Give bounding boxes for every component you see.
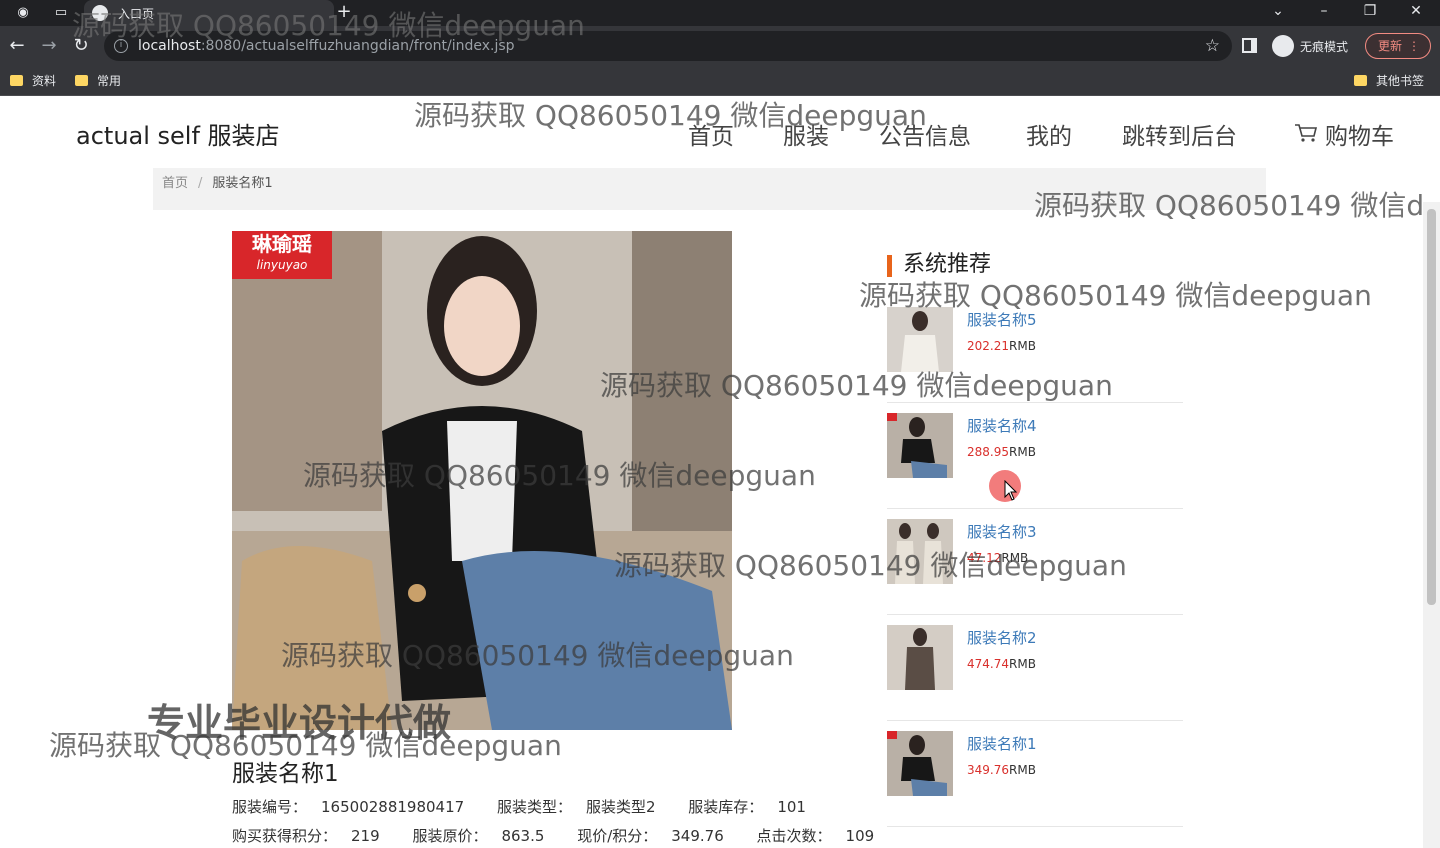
tab-list-chevron-icon[interactable]: ⌄	[1258, 0, 1298, 26]
reload-button[interactable]: ↻	[70, 35, 92, 57]
nav-admin[interactable]: 跳转到后台	[1122, 117, 1237, 151]
incognito-label: 无痕模式	[1300, 40, 1349, 54]
browser-toolbar: ← → ↻ i localhost:8080/actualselffuzhuan…	[0, 26, 1440, 66]
breadcrumb-current: 服装名称1	[212, 176, 273, 191]
page-content: actual self 服装店 首页 服装 公告信息 我的 跳转到后台 购物车 …	[0, 97, 1440, 848]
back-button[interactable]: ←	[6, 35, 28, 57]
side-panel-icon[interactable]	[1242, 38, 1257, 53]
spec-current-price: 现价/积分： 349.76	[577, 827, 724, 845]
recommend-name[interactable]: 服装名称2	[967, 627, 1037, 648]
close-window-button[interactable]: ✕	[1396, 0, 1436, 26]
recommend-thumbnail[interactable]	[887, 307, 953, 372]
incognito-icon[interactable]	[1272, 35, 1294, 57]
minimize-button[interactable]: –	[1304, 0, 1344, 26]
cart-icon[interactable]	[1294, 123, 1318, 143]
recommend-name[interactable]: 服装名称5	[967, 309, 1037, 330]
nav-notices[interactable]: 公告信息	[879, 117, 971, 151]
spec-stock: 服装库存： 101	[688, 798, 806, 816]
tab-search-icon[interactable]: ▭	[52, 4, 70, 22]
recommend-name[interactable]: 服装名称3	[967, 521, 1037, 542]
site-info-icon[interactable]: i	[114, 39, 128, 53]
nav-cart[interactable]: 购物车	[1325, 117, 1394, 151]
browser-menu-icon[interactable]: ◉	[14, 4, 32, 22]
scrollbar-thumb[interactable]	[1427, 209, 1436, 605]
spec-type: 服装类型： 服装类型2	[496, 798, 656, 816]
breadcrumb-separator: /	[198, 176, 203, 191]
watermark-text: 源码获取 QQ86050149 微信deepguan	[414, 99, 927, 132]
recommend-thumbnail[interactable]	[887, 519, 953, 584]
recommend-thumbnail[interactable]	[887, 731, 953, 796]
globe-icon	[92, 5, 108, 21]
folder-icon	[75, 75, 88, 86]
recommend-price: 349.76RMB	[967, 763, 1036, 777]
folder-icon	[1354, 75, 1367, 86]
bookmark-folder[interactable]: 资料	[10, 72, 56, 90]
recommend-item[interactable]: 服装名称3 47.12RMB	[887, 509, 1183, 615]
browser-titlebar: ◉ ▭ 入口页 + ⌄ – ❐ ✕	[0, 0, 1440, 26]
forward-button[interactable]: →	[38, 35, 60, 57]
other-bookmarks[interactable]: 其他书签	[1354, 72, 1424, 90]
recommend-price: 202.21RMB	[967, 339, 1036, 353]
recommend-price: 47.12RMB	[967, 551, 1029, 565]
recommend-thumbnail[interactable]	[887, 413, 953, 478]
url-text[interactable]: localhost:8080/actualselffuzhuangdian/fr…	[138, 38, 515, 54]
restore-button[interactable]: ❐	[1350, 0, 1390, 26]
recommend-item[interactable]: 服装名称4 288.95RMB	[887, 403, 1183, 509]
nav-home[interactable]: 首页	[688, 117, 734, 151]
address-bar[interactable]: i localhost:8080/actualselffuzhuangdian/…	[104, 31, 1232, 61]
tab-title: 入口页	[118, 7, 155, 21]
recommend-name[interactable]: 服装名称1	[967, 733, 1037, 754]
recommend-item[interactable]: 服装名称5 202.21RMB	[887, 297, 1183, 403]
product-specs-row-1: 服装编号： 165002881980417 服装类型： 服装类型2 服装库存： 101	[232, 796, 834, 817]
spec-clicks: 点击次数： 109	[756, 827, 875, 845]
product-specs-row-2: 购买获得积分： 219 服装原价： 863.5 现价/积分： 349.76 点击次数：…	[232, 825, 902, 846]
folder-icon	[10, 75, 23, 86]
recommend-price: 474.74RMB	[967, 657, 1036, 671]
watermark-bold: 专业毕业设计代做	[147, 701, 452, 745]
spec-points: 购买获得积分： 219	[232, 827, 380, 845]
bookmarks-bar: 资料 常用 其他书签	[0, 66, 1440, 96]
spec-original-price: 服装原价： 863.5	[412, 827, 545, 845]
recommend-thumbnail[interactable]	[887, 625, 953, 690]
nav-mine[interactable]: 我的	[1026, 117, 1072, 151]
site-brand[interactable]: actual self 服装店	[76, 116, 280, 151]
nav-clothing[interactable]: 服装	[783, 117, 829, 151]
breadcrumb: 首页 / 服装名称1	[153, 168, 1266, 210]
product-name: 服装名称1	[232, 761, 339, 787]
breadcrumb-home[interactable]: 首页	[162, 176, 188, 191]
update-button[interactable]: 更新 ⋮	[1365, 33, 1431, 59]
recommend-title: 系统推荐	[887, 251, 991, 279]
browser-tab[interactable]: 入口页	[84, 0, 334, 26]
recommend-name[interactable]: 服装名称4	[967, 415, 1037, 436]
spec-code: 服装编号： 165002881980417	[232, 798, 465, 816]
new-tab-button[interactable]: +	[334, 1, 354, 23]
product-image: 琳瑜瑶 linyuyao	[232, 231, 732, 730]
recommend-item[interactable]: 服装名称1 349.76RMB	[887, 721, 1183, 827]
page-scrollbar[interactable]	[1423, 202, 1440, 848]
recommend-price: 288.95RMB	[967, 445, 1036, 459]
product-brand-logo: 琳瑜瑶 linyuyao	[232, 231, 332, 279]
bookmark-folder[interactable]: 常用	[75, 72, 121, 90]
bookmark-star-icon[interactable]: ☆	[1205, 36, 1220, 56]
recommend-item[interactable]: 服装名称2 474.74RMB	[887, 615, 1183, 721]
mouse-cursor-icon	[1004, 480, 1018, 501]
